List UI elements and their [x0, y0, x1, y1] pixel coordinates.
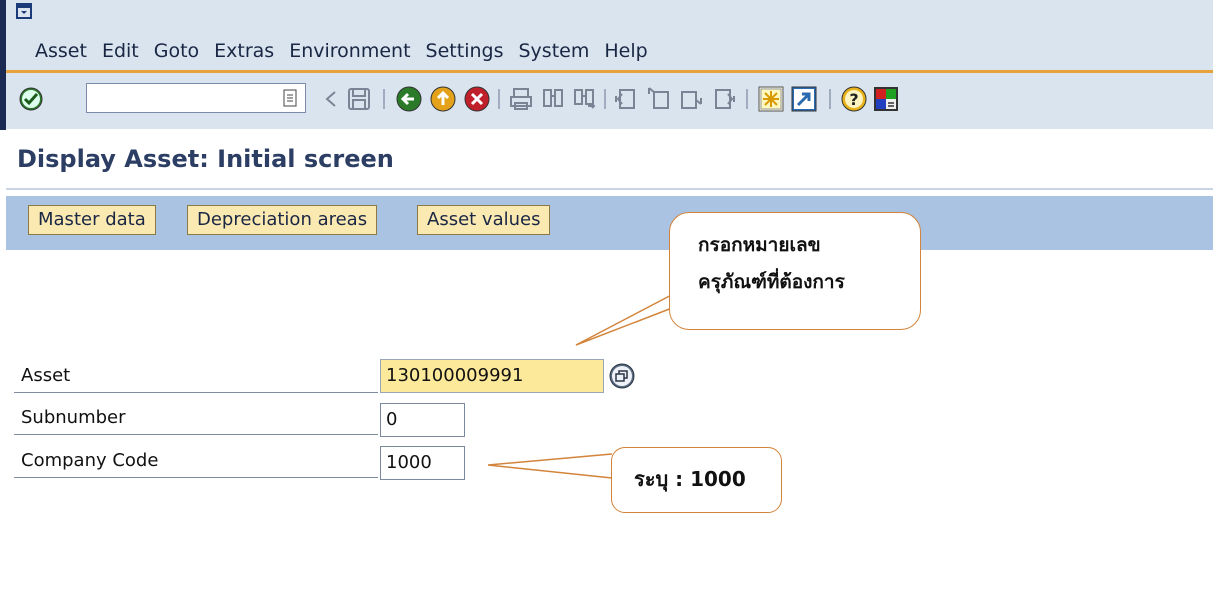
shortcut-icon[interactable] [790, 85, 818, 113]
company-code-callout-text: ระบุ : 1000 [634, 467, 746, 491]
asset-values-button[interactable]: Asset values [417, 205, 551, 235]
menu-help[interactable]: Help [604, 40, 647, 64]
master-data-button[interactable]: Master data [28, 205, 156, 235]
subnumber-label: Subnumber [14, 403, 378, 435]
menu-goto[interactable]: Goto [154, 40, 199, 64]
asset-input[interactable]: 130100009991 [380, 359, 604, 393]
menu-system[interactable]: System [518, 40, 589, 64]
find-next-icon[interactable] [571, 86, 597, 112]
menu-extras[interactable]: Extras [214, 40, 274, 64]
asset-callout-line1: กรอกหมายเลข [698, 234, 821, 256]
company-code-label: Company Code [14, 446, 378, 478]
toolbar-separator [498, 89, 500, 109]
application-toolbar: Master data Depreciation areas Asset val… [6, 196, 1213, 250]
first-page-icon[interactable] [612, 86, 640, 112]
customize-layout-icon[interactable] [872, 85, 900, 113]
system-menu-icon[interactable] [15, 2, 33, 20]
toolbar-separator [604, 89, 606, 109]
menu-edit[interactable]: Edit [102, 40, 139, 64]
company-code-callout: ระบุ : 1000 [611, 447, 782, 513]
back-icon[interactable] [394, 84, 424, 114]
menu-asset[interactable]: Asset [35, 40, 87, 64]
svg-text:?: ? [849, 90, 858, 109]
depreciation-areas-button[interactable]: Depreciation areas [187, 205, 378, 235]
find-icon[interactable] [540, 86, 566, 112]
next-page-icon[interactable] [678, 86, 706, 112]
previous-page-icon[interactable] [644, 86, 672, 112]
subnumber-input[interactable]: 0 [380, 403, 465, 437]
multiple-selection-icon[interactable] [607, 361, 639, 391]
last-page-icon[interactable] [710, 86, 738, 112]
standard-toolbar: ? [6, 73, 1213, 129]
menu-items: Asset Edit Goto Extras Environment Setti… [35, 40, 663, 64]
menu-bar: Asset Edit Goto Extras Environment Setti… [6, 0, 1213, 70]
toolbar-separator [746, 89, 748, 109]
toolbar-separator [829, 89, 831, 109]
collapse-arrow-icon[interactable] [324, 90, 338, 108]
command-history-icon[interactable] [282, 89, 298, 107]
company-code-input[interactable]: 1000 [380, 446, 465, 480]
menu-environment[interactable]: Environment [289, 40, 410, 64]
help-icon[interactable]: ? [839, 84, 869, 114]
toolbar-separator [383, 89, 385, 109]
enter-icon[interactable] [18, 86, 44, 112]
cancel-icon[interactable] [462, 84, 492, 114]
save-icon[interactable] [346, 86, 372, 112]
asset-callout-line2: ครุภัณฑ์ที่ต้องการ [698, 271, 845, 293]
command-field[interactable] [86, 83, 306, 113]
exit-icon[interactable] [428, 84, 458, 114]
page-title: Display Asset: Initial screen [17, 145, 394, 173]
asset-callout: กรอกหมายเลข ครุภัณฑ์ที่ต้องการ [669, 212, 921, 330]
create-session-icon[interactable] [757, 85, 785, 113]
asset-label: Asset [14, 361, 378, 393]
menu-settings[interactable]: Settings [426, 40, 504, 64]
sap-window: Asset Edit Goto Extras Environment Setti… [0, 0, 1213, 607]
title-divider [6, 188, 1213, 190]
print-icon[interactable] [508, 86, 534, 112]
